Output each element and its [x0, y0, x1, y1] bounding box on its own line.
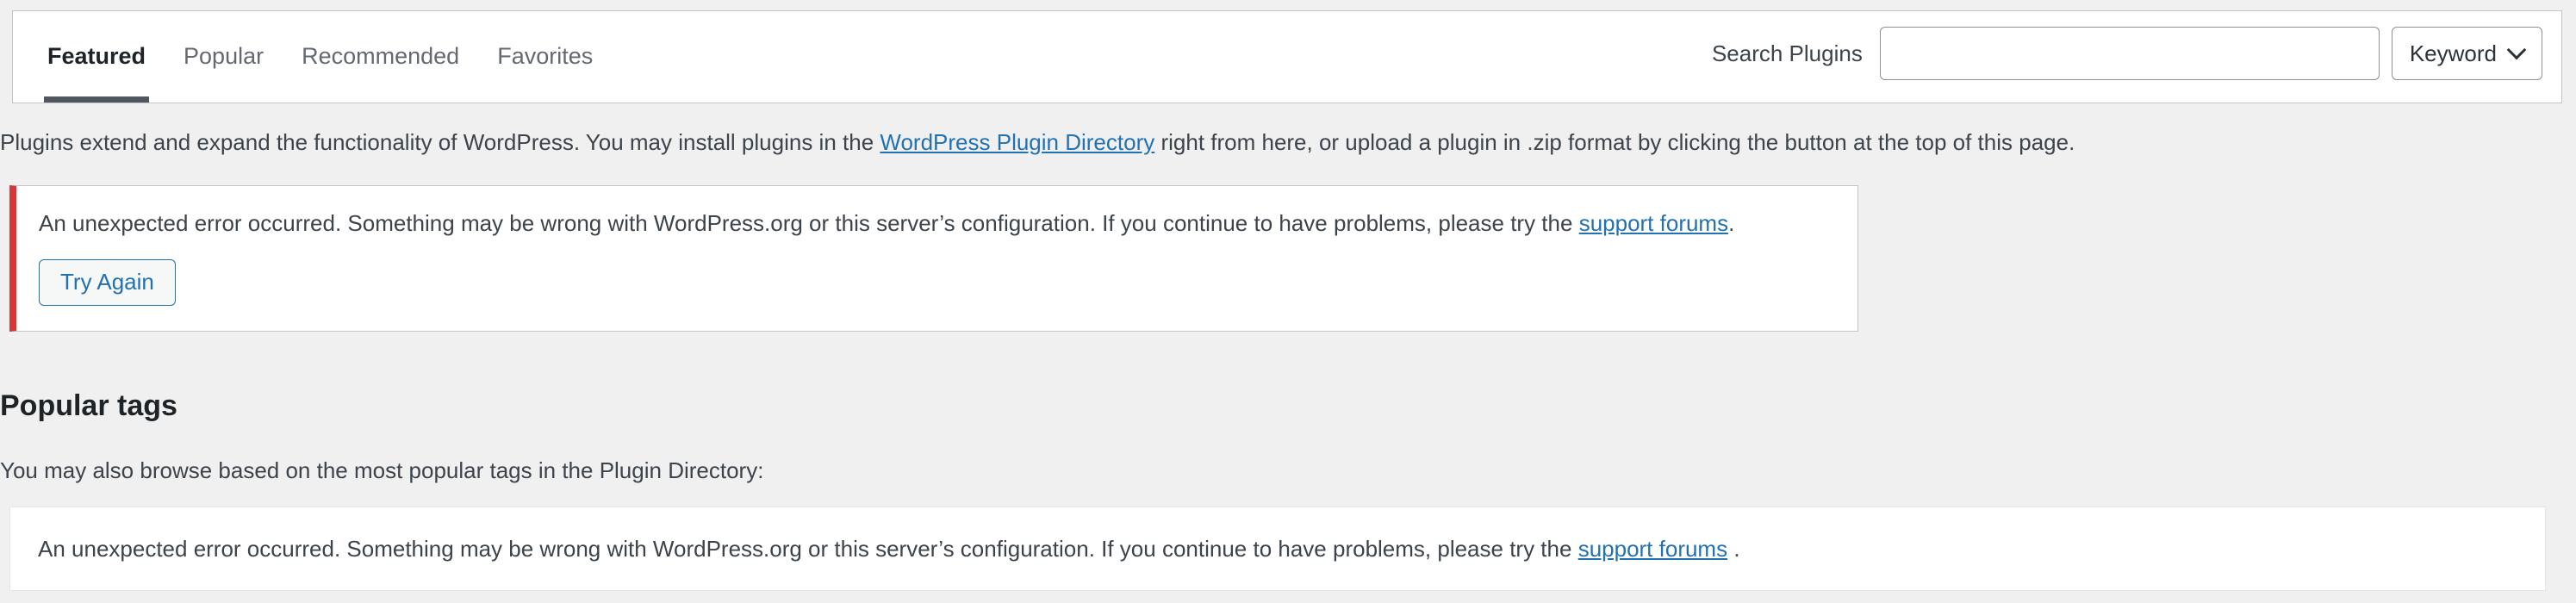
tags-error-message-before: An unexpected error occurred. Something …: [38, 535, 1578, 562]
tab-popular-label[interactable]: Popular: [184, 44, 264, 70]
intro-text-after: right from here, or upload a plugin in .…: [1154, 129, 2075, 155]
search-type-selected-label: Keyword: [2409, 40, 2497, 66]
plugin-tab-list: Featured Popular Recommended Favorites: [13, 11, 612, 103]
popular-tags-heading: Popular tags: [0, 389, 177, 422]
popular-tags-error-notice: An unexpected error occurred. Something …: [9, 507, 2546, 591]
tags-error-notice-message: An unexpected error occurred. Something …: [38, 533, 1740, 564]
tab-favorites-label[interactable]: Favorites: [497, 44, 593, 70]
search-plugins-label: Search Plugins: [1711, 40, 1863, 66]
popular-tags-description: You may also browse based on the most po…: [0, 457, 764, 483]
search-input[interactable]: [1879, 27, 2380, 80]
tab-popular[interactable]: Popular: [165, 11, 283, 103]
plugin-filter-bar: Featured Popular Recommended Favorites S…: [12, 10, 2562, 103]
tags-support-forums-link[interactable]: support forums: [1578, 536, 1727, 562]
support-forums-link[interactable]: support forums: [1579, 210, 1728, 236]
plugin-search-form: Search Plugins Keyword: [1712, 27, 2561, 103]
featured-plugins-error-notice: An unexpected error occurred. Something …: [9, 185, 1858, 332]
tab-recommended[interactable]: Recommended: [283, 11, 478, 103]
error-message-before: An unexpected error occurred. Something …: [39, 210, 1579, 236]
wordpress-plugin-directory-link[interactable]: WordPress Plugin Directory: [880, 129, 1154, 155]
chevron-down-icon: [2509, 41, 2526, 59]
error-message-after: .: [1728, 210, 1735, 236]
tab-favorites[interactable]: Favorites: [478, 11, 612, 103]
search-type-select[interactable]: Keyword: [2391, 27, 2542, 80]
tab-featured-label[interactable]: Featured: [47, 44, 146, 70]
tab-recommended-label[interactable]: Recommended: [302, 44, 459, 70]
plugin-install-page: Featured Popular Recommended Favorites S…: [0, 0, 2576, 603]
tab-featured[interactable]: Featured: [28, 11, 165, 103]
tags-error-message-after: .: [1727, 535, 1740, 562]
error-notice-message: An unexpected error occurred. Something …: [39, 207, 1839, 240]
try-again-button[interactable]: Try Again: [39, 259, 176, 306]
intro-text-before: Plugins extend and expand the functional…: [0, 129, 880, 155]
plugin-intro-text: Plugins extend and expand the functional…: [0, 126, 2550, 159]
